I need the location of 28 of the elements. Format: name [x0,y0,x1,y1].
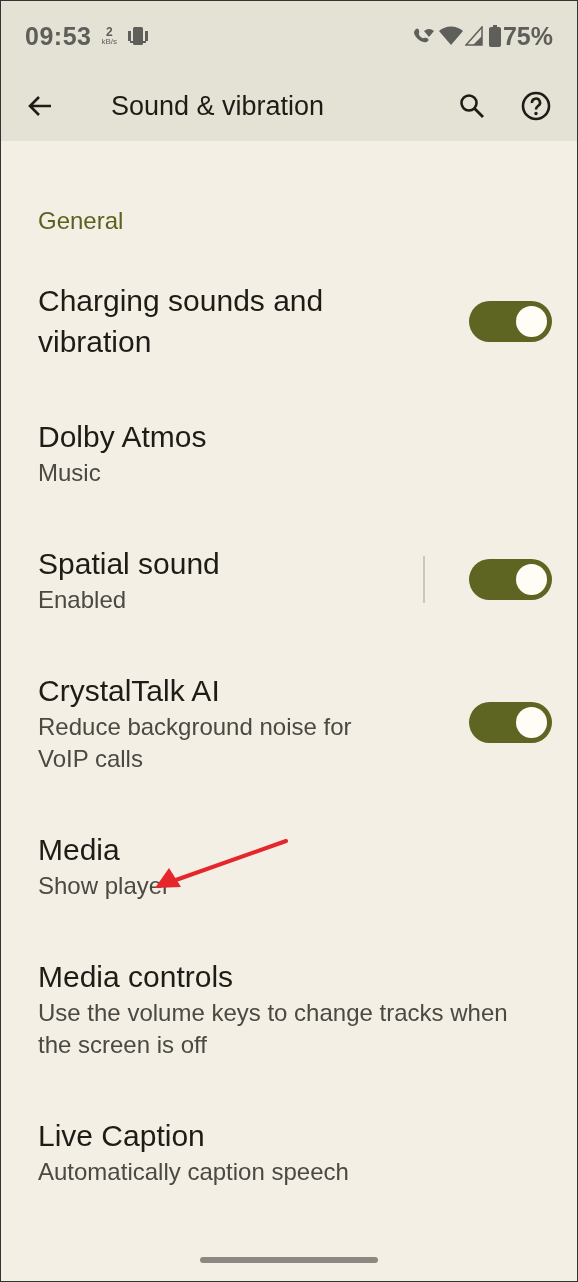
setting-summary: Music [38,458,102,488]
setting-summary: Enabled [38,585,128,615]
clock: 09:53 [25,21,92,51]
setting-title[interactable]: CrystalTalk AI [38,670,449,711]
search-icon [459,93,485,119]
setting-summary: Reduce background noise for VoIP calls [38,712,353,774]
toggle-switch[interactable] [469,300,552,342]
setting-title[interactable]: Live Caption [38,1115,552,1156]
signal-icon [464,26,483,46]
setting-title[interactable]: Charging sounds and vibration [38,280,398,362]
section-header: General [37,206,125,236]
setting-summary: Use the volume keys to change tracks when the screen is off [38,998,508,1060]
help-icon [521,91,551,121]
screen-title: Sound & vibration [111,90,326,122]
back-arrow-icon [27,95,53,117]
setting-title[interactable]: Media [38,829,552,870]
setting-title[interactable]: Dolby Atmos [38,416,552,457]
setting-title[interactable]: Media controls [38,956,552,997]
phone-icon [127,25,149,47]
setting-summary: Automatically caption speech [38,1157,350,1187]
setting-title[interactable]: Spatial sound [38,543,411,584]
speed-unit: kB/s [101,38,117,46]
speed-value: 2 [105,26,113,38]
battery-percent: 75% [502,21,553,51]
battery-icon [488,25,501,47]
toggle-switch[interactable] [469,702,552,743]
wifi-icon [438,26,463,46]
toggle-switch[interactable] [469,559,552,600]
